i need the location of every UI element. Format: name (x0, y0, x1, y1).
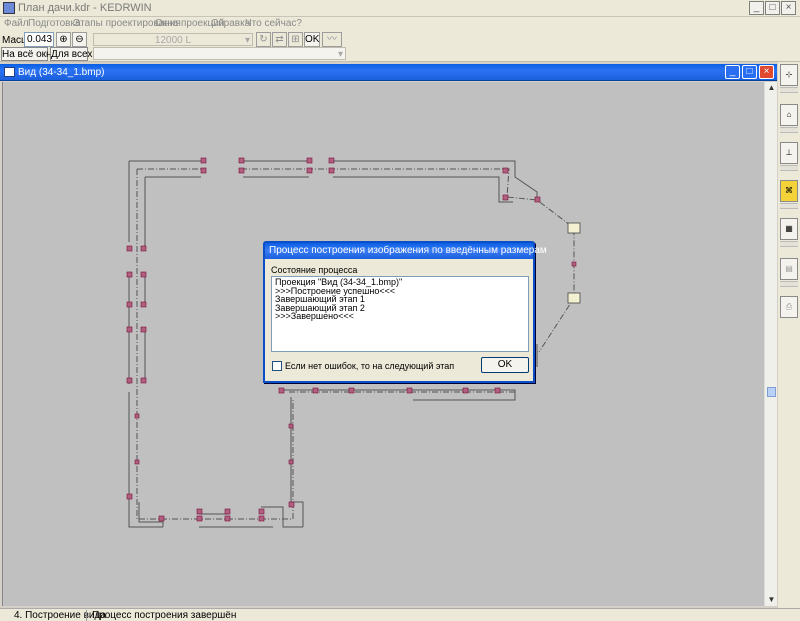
palette-xy-icon[interactable]: ⊥ (780, 142, 798, 164)
child-close-button[interactable]: × (759, 65, 774, 79)
palette-separator (780, 165, 798, 171)
tool-grid-icon[interactable]: ⊞ (288, 32, 303, 47)
menu-file[interactable]: Файл (4, 17, 29, 31)
length-dropdown[interactable]: 12000 L ▾ (93, 33, 253, 46)
fit-window-button[interactable]: На всё окно (1, 47, 57, 61)
tool-wave-icon[interactable]: 〰 (322, 32, 342, 47)
next-step-checkbox[interactable] (272, 361, 282, 371)
child-maximize-button[interactable]: □ (742, 65, 757, 79)
build-process-dialog: Процесс построения изображения по введён… (263, 241, 547, 383)
minimize-button[interactable]: _ (749, 1, 764, 15)
next-step-checkbox-label: Если нет ошибок, то на следующий этап (285, 361, 455, 371)
child-window-title: Вид (34-34_1.bmp) (18, 67, 105, 78)
process-log[interactable]: Проекция "Вид (34-34_1.bmp)" >>>Построен… (271, 276, 529, 352)
app-icon (3, 2, 15, 14)
palette-separator (780, 241, 798, 247)
child-window-title-bar: Вид (34-34_1.bmp) _ □ × (0, 64, 777, 81)
palette-separator (780, 127, 798, 133)
log-line: >>>Завершено<<< (275, 311, 354, 321)
palette-xz-icon[interactable]: ⌂ (780, 104, 798, 126)
tool-merge-icon[interactable]: ⇄ (272, 32, 287, 47)
tool-sync-icon[interactable]: ↻ (256, 32, 271, 47)
chevron-down-icon: ▾ (337, 49, 343, 60)
vertical-scrollbar[interactable]: ▲ ▼ (764, 82, 777, 606)
dialog-ok-button[interactable]: OK (481, 357, 529, 373)
length-value: 12000 L (154, 35, 192, 46)
dialog-title-bar: Процесс построения изображения по введён… (265, 243, 547, 259)
palette-active-icon[interactable]: ⌘ (780, 180, 798, 202)
palette-separator (780, 87, 798, 93)
zoom-in-icon[interactable]: ⊕ (56, 32, 71, 47)
palette-nodes-icon[interactable]: ⊹ (780, 64, 798, 86)
window-title: План дачи.kdr - KEDRWIN (18, 2, 152, 14)
scroll-up-icon[interactable]: ▲ (765, 82, 778, 94)
palette-separator (780, 281, 798, 287)
scroll-down-icon[interactable]: ▼ (765, 594, 778, 606)
scroll-thumb[interactable] (767, 387, 776, 397)
maximize-button[interactable]: □ (765, 1, 780, 15)
palette-hatch-icon[interactable]: ▦ (780, 218, 798, 240)
close-button[interactable]: × (781, 1, 796, 15)
child-minimize-button[interactable]: _ (725, 65, 740, 79)
palette-doc-icon[interactable]: ▤ (780, 258, 798, 280)
status-message: Процесс построения завершён (92, 610, 237, 621)
process-state-label: Состояние процесса (271, 265, 358, 275)
toolbar: Масшт 0.043 ⊕ ⊖ На всё окно Для всех 120… (0, 31, 800, 62)
palette-print-icon[interactable]: ⎙ (780, 296, 798, 318)
object-dropdown[interactable]: ▾ (93, 47, 346, 60)
tool-palette: ⊹ ⌂ ⊥ ⌘ ▦ ▤ ⎙ (778, 62, 800, 608)
status-divider (86, 610, 87, 621)
title-bar: План дачи.kdr - KEDRWIN _ □ × (0, 0, 800, 17)
document-icon (4, 67, 15, 77)
scale-input[interactable]: 0.043 (24, 32, 54, 47)
palette-separator (780, 203, 798, 209)
fit-all-button[interactable]: Для всех (50, 47, 92, 61)
menu-what-now[interactable]: Что сейчас? (245, 17, 302, 31)
chevron-down-icon: ▾ (244, 35, 250, 46)
ok-tool-button[interactable]: OK (304, 32, 320, 47)
status-bar: 4. Построение вида Процесс построения за… (0, 608, 800, 621)
dialog-title: Процесс построения изображения по введён… (269, 245, 547, 256)
menu-bar: Файл Подготовка Этапы проектирования Окн… (0, 17, 800, 31)
zoom-out-icon[interactable]: ⊖ (72, 32, 87, 47)
